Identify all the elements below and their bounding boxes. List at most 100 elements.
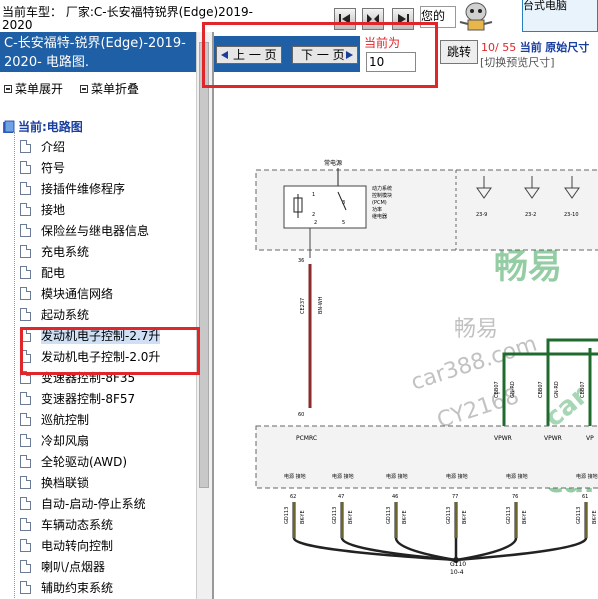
tree-item[interactable]: 充电系统	[20, 241, 89, 261]
tree-item-label: 介绍	[41, 139, 66, 154]
ground-wire-color: BK-YE	[462, 510, 468, 524]
pin-2: 2	[312, 212, 315, 218]
tree-item[interactable]: 辅助约束系统	[20, 577, 113, 597]
wire-pin-60: 60	[298, 412, 304, 418]
ground-ref: G110	[450, 561, 466, 568]
tree-item[interactable]: 冷却风扇	[20, 430, 89, 450]
pcm-label-2: 控制模块	[372, 192, 392, 199]
tree-item[interactable]: 符号	[20, 157, 65, 177]
ground-wire-code: GD113	[284, 507, 290, 524]
ground-pin-label: 电源 接地	[284, 473, 306, 480]
wire-color: BN-WH	[318, 296, 324, 314]
wiring-diagram[interactable]: 畅易 畅易 car388.com CY2168 car car 常电源 1 2 …	[214, 88, 598, 599]
collapse-menu-button[interactable]: 菜单折叠	[80, 80, 139, 97]
document-icon	[20, 307, 31, 321]
tree-item[interactable]: 自动-启动-停止系统	[20, 493, 146, 513]
tree-item[interactable]: 换档联锁	[20, 472, 89, 492]
tree-item-label: 模块通信网络	[41, 286, 114, 301]
ref-23-2: 23-2	[525, 212, 536, 218]
highlight-box-toolbar	[202, 22, 438, 88]
left-scrollbar[interactable]	[196, 32, 212, 599]
pcm-label-1: 动力系统	[372, 185, 392, 192]
relay-box	[283, 185, 367, 229]
ground-wire-code: GD113	[576, 507, 582, 524]
ground-pin-number: 61	[582, 494, 588, 500]
tree-item-label: 自动-启动-停止系统	[41, 496, 146, 511]
tree-item-label: 接地	[41, 202, 66, 217]
document-icon	[20, 391, 31, 405]
wire-code: CE237	[300, 298, 306, 314]
tree-item-label: 巡航控制	[41, 412, 90, 427]
pin-3: 3	[342, 200, 345, 206]
tree-item[interactable]: 接地	[20, 199, 65, 219]
document-icon	[20, 160, 31, 174]
tree-item[interactable]: 喇叭/点烟器	[20, 556, 105, 576]
tree-item-label: 起动系统	[41, 307, 90, 322]
tree-item-label: 电动转向控制	[41, 538, 114, 553]
ground-wire-color: BK-YE	[348, 510, 354, 524]
menu-controls: 菜单展开 菜单折叠	[0, 80, 212, 100]
ref-23-9: 23-9	[476, 212, 487, 218]
document-icon	[20, 454, 31, 468]
ground-pin-number: 47	[338, 494, 344, 500]
expand-label: 菜单展开	[15, 82, 64, 96]
tree-line	[14, 132, 15, 599]
highlight-box-menu	[20, 327, 200, 375]
tree-item[interactable]: 车辆动态系统	[20, 514, 113, 534]
green-code-1: CBB07	[494, 381, 500, 398]
document-icon	[20, 559, 31, 573]
tree-item[interactable]: 接插件维修程序	[20, 178, 125, 198]
ground-pin-label: 电源 接地	[386, 473, 408, 480]
pcm-label-4: 功率	[372, 206, 382, 213]
document-icon	[20, 475, 31, 489]
document-icon	[20, 538, 31, 552]
ground-wire-code: GD113	[446, 507, 452, 524]
tree-item[interactable]: 起动系统	[20, 304, 89, 324]
ground-wire-color: BK-YE	[592, 510, 598, 524]
book-icon	[3, 120, 15, 133]
tree-item[interactable]: 电动转向控制	[20, 535, 113, 555]
promo-banner[interactable]: 台式电脑	[522, 0, 598, 32]
tree-item-label: 接插件维修程序	[41, 181, 126, 196]
tree-item[interactable]: 配电	[20, 262, 65, 282]
tree-item[interactable]: 全轮驱动(AWD)	[20, 451, 127, 471]
collapse-label: 菜单折叠	[91, 82, 140, 96]
page-total: / 55	[495, 41, 517, 54]
tree-item-label: 换档联锁	[41, 475, 90, 490]
scrollbar-thumb[interactable]	[199, 42, 209, 488]
document-icon	[20, 223, 31, 237]
tree-item-label: 配电	[41, 265, 66, 280]
ground-pin-number: 62	[290, 494, 296, 500]
expand-menu-button[interactable]: 菜单展开	[4, 80, 63, 97]
tree-item[interactable]: 保险丝与继电器信息	[20, 220, 149, 240]
page-current: 10	[481, 41, 495, 54]
green-code-2: CBB07	[538, 381, 544, 398]
tree-root[interactable]: 当前:电路图	[2, 118, 83, 135]
tree-item[interactable]: 巡航控制	[20, 409, 89, 429]
mascot-icon	[459, 2, 493, 31]
document-icon	[20, 139, 31, 153]
ground-pin-label: 电源 接地	[332, 473, 354, 480]
document-icon	[20, 202, 31, 216]
manual-title: C-长安福特-锐界(Edge)-2019-2020- 电路图.	[0, 32, 212, 72]
ground-pin-label: 电源 接地	[576, 473, 598, 480]
tree-item[interactable]: 模块通信网络	[20, 283, 113, 303]
tree-item-label: 符号	[41, 160, 66, 175]
tree-item-label: 辅助约束系统	[41, 580, 114, 595]
tree-item[interactable]: 变速器控制-8F57	[20, 388, 135, 408]
document-icon	[20, 412, 31, 426]
pin-5: 5	[342, 220, 345, 226]
ground-wire-code: GD113	[386, 507, 392, 524]
document-icon	[20, 433, 31, 447]
ground-wire-code: GD113	[332, 507, 338, 524]
document-icon	[20, 265, 31, 279]
watermark-small: 畅易	[454, 317, 498, 342]
tree-item-label: 充电系统	[41, 244, 90, 259]
jump-button[interactable]: 跳转	[440, 40, 478, 64]
toggle-preview-size-link[interactable]: [切换预览尺寸]	[480, 54, 555, 70]
ground-pin-number: 76	[512, 494, 518, 500]
ground-wire-color: BK-YE	[402, 510, 408, 524]
document-icon	[20, 580, 31, 594]
document-icon	[20, 181, 31, 195]
tree-item[interactable]: 介绍	[20, 136, 65, 156]
